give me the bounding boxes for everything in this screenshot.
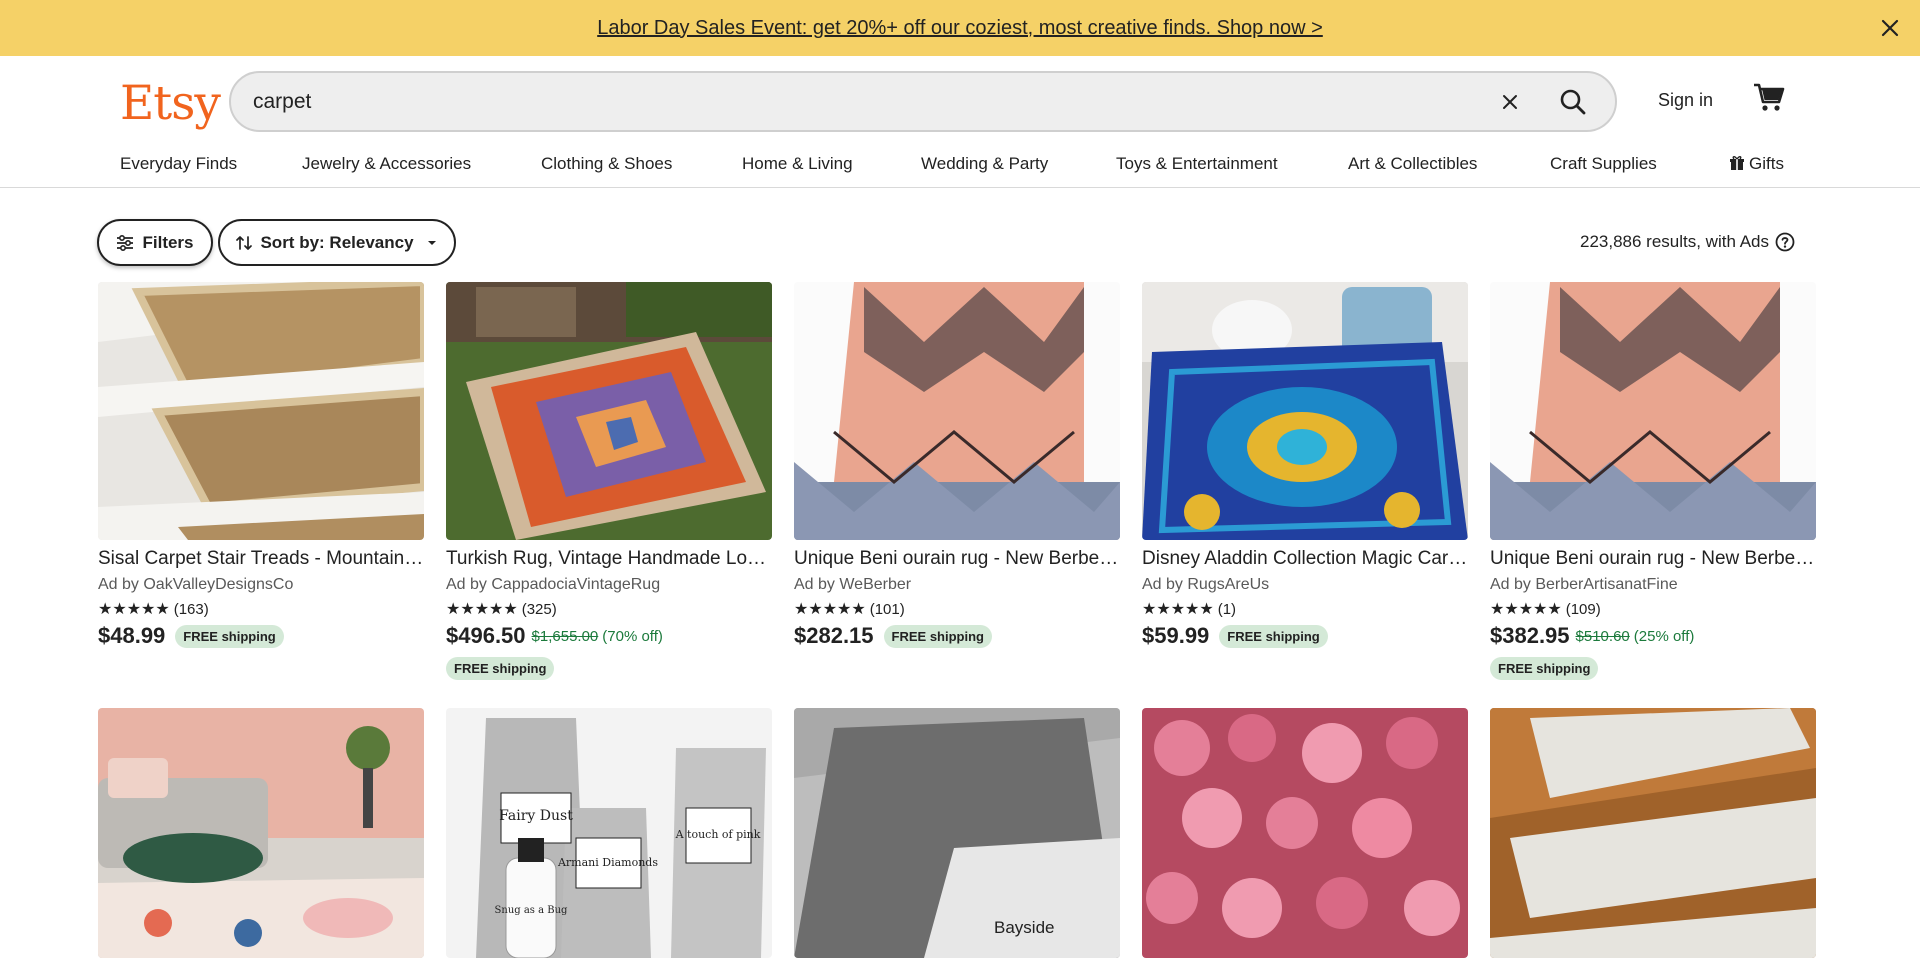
- fairy-dust-label: Fairy Dust: [499, 808, 573, 824]
- etsy-logo[interactable]: Etsy: [120, 76, 221, 131]
- listing-price: $282.15: [794, 623, 874, 648]
- search-icon[interactable]: [1545, 74, 1601, 130]
- listing-image-stair-treads[interactable]: [98, 282, 424, 540]
- caret-down-icon: [427, 240, 436, 245]
- price-row: $496.50 $1,655.00 (70% off): [446, 623, 772, 649]
- filters-label: Filters: [142, 232, 194, 252]
- listing-image-turkish-rug[interactable]: [446, 282, 772, 540]
- category-art-collectibles[interactable]: Art & Collectibles: [1348, 154, 1477, 174]
- star-rating-icon: ★★★★★: [1490, 601, 1562, 618]
- gift-icon: [1730, 156, 1744, 170]
- snug-label: Snug as a Bug: [495, 905, 569, 916]
- listing-title[interactable]: Sisal Carpet Stair Treads - Mountain Wea…: [98, 548, 424, 570]
- listing-rating: ★★★★★ (109): [1490, 599, 1816, 619]
- listing-price: $382.95: [1490, 623, 1570, 648]
- listing-image-beni-ourain-rug[interactable]: [794, 282, 1120, 540]
- free-shipping-badge: FREE shipping: [1219, 624, 1328, 648]
- listing-image-fragrance-pouches[interactable]: Fairy Dust Armani Diamonds A touch of pi…: [446, 708, 772, 958]
- discount-text: (25% off): [1633, 627, 1695, 645]
- listing-image-wood-stair-treads[interactable]: [1490, 708, 1816, 958]
- close-icon[interactable]: [1876, 14, 1904, 42]
- listing-card[interactable]: Unique Beni ourain rug - New Berber rug …: [1490, 282, 1816, 680]
- listing-price: $496.50: [446, 623, 526, 648]
- bayside-caption: Bayside: [994, 918, 1055, 937]
- listing-shop: Ad by RugsAreUs: [1142, 576, 1270, 593]
- review-count: (325): [521, 600, 557, 618]
- listing-shop: Ad by BerberArtisanatFine: [1490, 576, 1678, 593]
- gifts-label: Gifts: [1749, 154, 1784, 173]
- listing-shop: Ad by OakValleyDesignsCo: [98, 576, 294, 593]
- sign-in-link[interactable]: Sign in: [1658, 90, 1713, 111]
- category-everyday-finds[interactable]: Everyday Finds: [120, 154, 237, 174]
- star-rating-icon: ★★★★★: [98, 601, 170, 618]
- listing-shop: Ad by CappadociaVintageRug: [446, 576, 661, 593]
- category-home-living[interactable]: Home & Living: [742, 154, 853, 174]
- price-row: $59.99 FREE shipping: [1142, 623, 1468, 649]
- category-jewelry-accessories[interactable]: Jewelry & Accessories: [302, 154, 471, 174]
- price-row: $382.95 $510.60 (25% off): [1490, 623, 1816, 649]
- clear-icon[interactable]: [1485, 77, 1535, 127]
- listing-rating: ★★★★★ (163): [98, 599, 424, 619]
- help-icon[interactable]: [1775, 232, 1795, 252]
- results-count: 223,886 results, with Ads: [1580, 232, 1795, 252]
- star-rating-icon: ★★★★★: [794, 601, 866, 618]
- promo-banner: Labor Day Sales Event: get 20%+ off our …: [0, 0, 1920, 56]
- category-gifts[interactable]: Gifts: [1729, 154, 1784, 174]
- review-count: (163): [173, 600, 209, 618]
- listing-image-aladdin-rug[interactable]: [1142, 282, 1468, 540]
- free-shipping-badge: FREE shipping: [175, 624, 284, 648]
- filters-button[interactable]: Filters: [97, 219, 213, 266]
- listing-title[interactable]: Disney Aladdin Collection Magic Carpet R…: [1142, 548, 1468, 570]
- sort-icon: [236, 235, 253, 250]
- category-wedding-party[interactable]: Wedding & Party: [921, 154, 1048, 174]
- category-toys-entertainment[interactable]: Toys & Entertainment: [1116, 154, 1278, 174]
- original-price: $1,655.00: [531, 627, 599, 645]
- listing-image-pink-succulents[interactable]: [1142, 708, 1468, 958]
- listing-title[interactable]: Turkish Rug, Vintage Handmade Low Pile O…: [446, 548, 772, 570]
- search-input[interactable]: [231, 89, 1485, 114]
- listing-card[interactable]: Sisal Carpet Stair Treads - Mountain Wea…: [98, 282, 424, 649]
- free-shipping-badge: FREE shipping: [1490, 657, 1599, 680]
- price-row: $48.99 FREE shipping: [98, 623, 424, 649]
- search-bar: [229, 71, 1617, 132]
- listing-title[interactable]: Unique Beni ourain rug - New Berber rug: [1490, 548, 1816, 570]
- listing-card[interactable]: Disney Aladdin Collection Magic Carpet R…: [1142, 282, 1468, 649]
- results-text: 223,886 results, with Ads: [1579, 232, 1769, 251]
- category-craft-supplies[interactable]: Craft Supplies: [1550, 154, 1657, 174]
- listing-card[interactable]: Unique Beni ourain rug - New Berber rug …: [794, 282, 1120, 649]
- star-rating-icon: ★★★★★: [1142, 601, 1214, 618]
- sort-dropdown[interactable]: Sort by: Relevancy: [218, 219, 456, 266]
- listing-rating: ★★★★★ (101): [794, 599, 1120, 619]
- category-nav: Everyday Finds Jewelry & Accessories Clo…: [0, 146, 1920, 188]
- listing-rating: ★★★★★ (325): [446, 599, 772, 619]
- price-row: $282.15 FREE shipping: [794, 623, 1120, 649]
- review-count: (1): [1217, 600, 1237, 618]
- armani-diamonds-label: Armani Diamonds: [557, 856, 658, 869]
- site-header: Etsy Sign in: [0, 56, 1920, 146]
- review-count: (109): [1565, 600, 1601, 618]
- filters-icon: [117, 234, 134, 251]
- listing-image-living-room-rug[interactable]: [98, 708, 424, 958]
- category-clothing-shoes[interactable]: Clothing & Shoes: [541, 154, 672, 174]
- cart-icon[interactable]: [1752, 80, 1786, 114]
- star-rating-icon: ★★★★★: [446, 601, 518, 618]
- discount-text: (70% off): [602, 627, 663, 645]
- listing-rating: ★★★★★ (1): [1142, 599, 1468, 619]
- free-shipping-badge: FREE shipping: [446, 657, 555, 680]
- original-price: $510.60: [1575, 627, 1630, 645]
- sort-label: Sort by: Relevancy: [260, 232, 414, 252]
- touch-of-pink-label: A touch of pink: [675, 828, 761, 841]
- listing-shop: Ad by WeBerber: [794, 576, 912, 593]
- listing-title[interactable]: Unique Beni ourain rug - New Berber rug: [794, 548, 1120, 570]
- listing-image-beni-ourain-rug-2[interactable]: [1490, 282, 1816, 540]
- review-count: (101): [869, 600, 905, 618]
- listing-price: $59.99: [1142, 623, 1210, 648]
- listing-card[interactable]: Turkish Rug, Vintage Handmade Low Pile O…: [446, 282, 772, 680]
- free-shipping-badge: FREE shipping: [883, 624, 992, 648]
- listing-price: $48.99: [98, 623, 166, 648]
- promo-link[interactable]: Labor Day Sales Event: get 20%+ off our …: [597, 17, 1323, 40]
- listing-image-stair-tread[interactable]: Bayside: [794, 708, 1120, 958]
